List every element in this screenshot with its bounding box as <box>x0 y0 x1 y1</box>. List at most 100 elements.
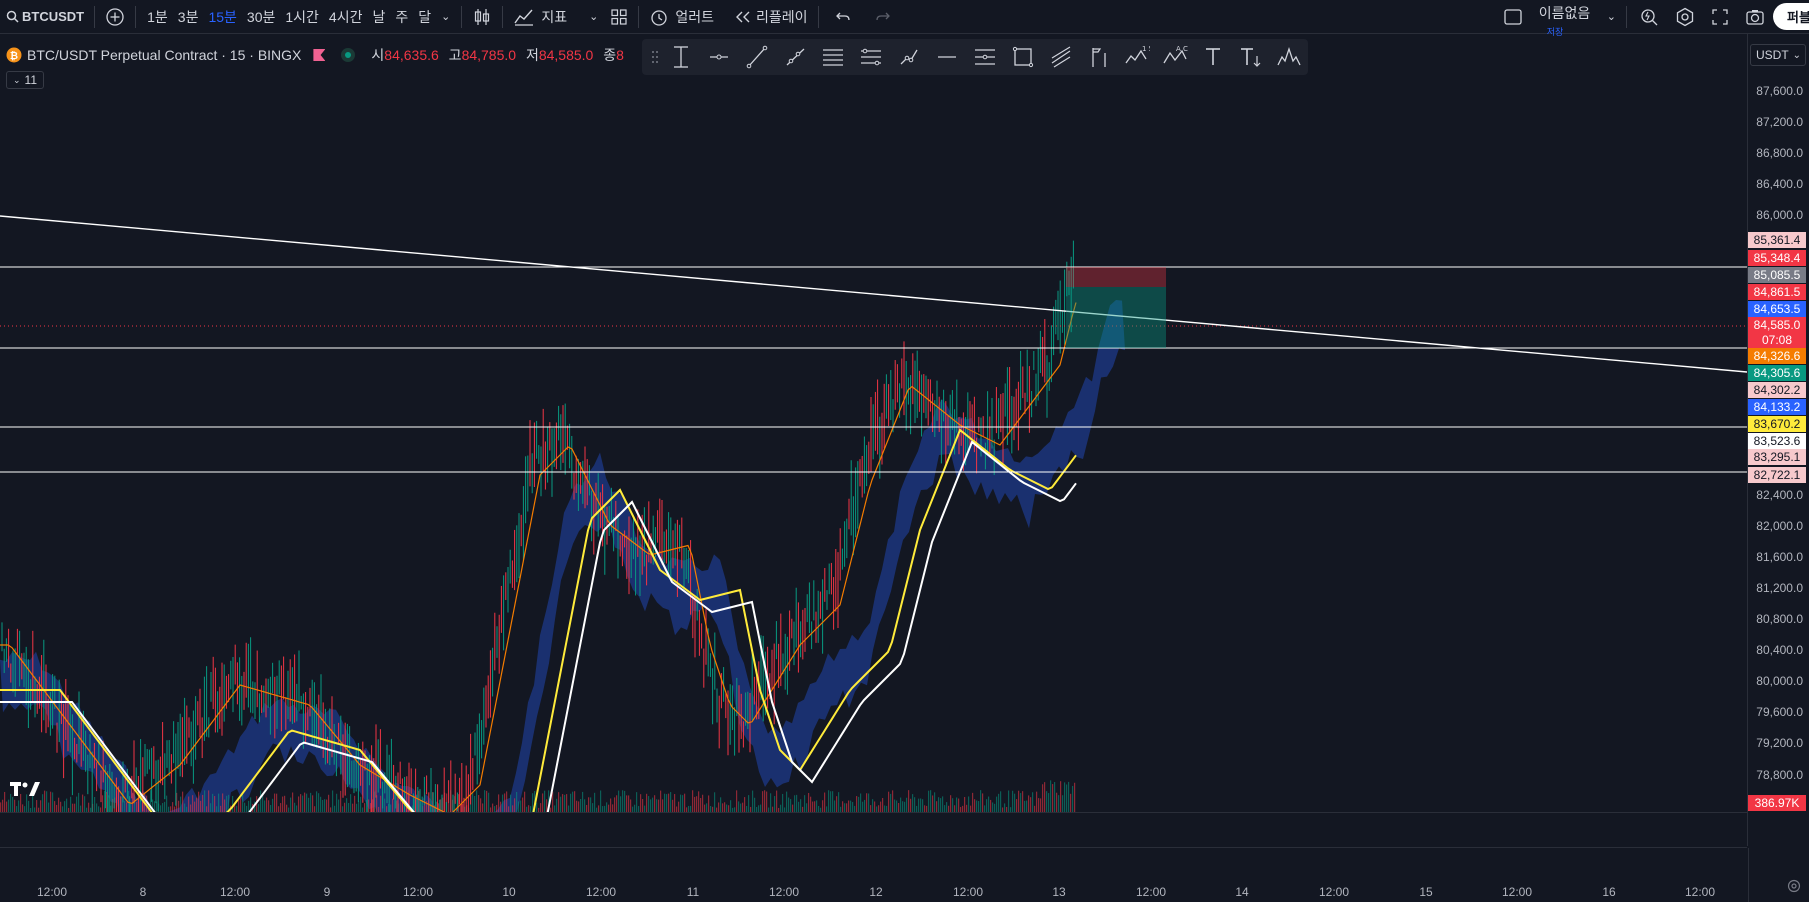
elliott-wave-tool[interactable]: 1 5 <box>1118 40 1156 74</box>
horizontal-segment-icon <box>938 56 956 58</box>
volume-bar <box>898 803 900 812</box>
brush-tool[interactable] <box>1042 40 1080 74</box>
price-label: 83,523.6 <box>1748 433 1806 449</box>
pattern-tool[interactable] <box>1270 40 1308 74</box>
volume-bar <box>982 793 984 812</box>
vertical-line-tool[interactable] <box>662 40 700 74</box>
volume-bar <box>996 796 998 812</box>
volume-bar <box>346 798 348 812</box>
volume-bar <box>1048 793 1050 812</box>
publish-button[interactable]: 퍼블 <box>1773 0 1809 34</box>
price-tick: 81,200.0 <box>1756 581 1803 595</box>
volume-bar <box>622 790 624 812</box>
volume-bar <box>274 793 276 812</box>
interval-week[interactable]: 주 <box>390 7 413 27</box>
volume-bar <box>136 801 138 812</box>
time-tick: 16 <box>1602 885 1616 899</box>
volume-bar <box>218 793 220 812</box>
path-tool[interactable] <box>890 40 928 74</box>
compare-button[interactable] <box>99 0 131 34</box>
interval-month[interactable]: 달 <box>413 7 436 27</box>
volume-bar <box>952 798 954 812</box>
text-icon <box>1206 48 1220 65</box>
interval-15m[interactable]: 15분 <box>203 7 241 27</box>
quick-search-button[interactable] <box>1631 0 1667 34</box>
volume-bar <box>872 799 874 812</box>
interval-4h[interactable]: 4시간 <box>324 7 368 27</box>
interval-3m[interactable]: 3분 <box>173 7 204 27</box>
tradingview-logo[interactable] <box>10 781 40 802</box>
chart-type-button[interactable] <box>466 0 498 34</box>
volume-bar <box>108 795 110 812</box>
time-axis[interactable]: 12:00 8 12:00 9 12:00 10 12:00 11 12:00 … <box>0 874 1747 902</box>
screenshot-button[interactable] <box>1737 0 1773 34</box>
redo-button[interactable] <box>863 0 903 34</box>
ray-tool[interactable] <box>776 40 814 74</box>
volume-bar <box>580 798 582 812</box>
drawing-toolbar: 1 5 A C <box>642 39 1308 75</box>
volume-bar <box>52 792 54 812</box>
replay-button[interactable]: 리플레이 <box>728 0 814 34</box>
volume-bar <box>972 792 974 812</box>
rectangle-tool[interactable] <box>1004 40 1042 74</box>
parallel-channel-tool[interactable] <box>814 40 852 74</box>
price-label: 84,585.0 <box>1748 317 1806 333</box>
volume-bar <box>1050 780 1052 812</box>
interval-group: 1분 3분 15분 30분 1시간 4시간 날 주 달 ⌄ <box>140 0 457 34</box>
horizontal-ray-tool[interactable] <box>700 40 738 74</box>
text-tool[interactable] <box>1194 40 1232 74</box>
separator <box>638 5 640 28</box>
chevron-down-icon[interactable]: ⌄ <box>1607 10 1616 23</box>
indicators-button[interactable]: 지표 ⌄ <box>507 0 604 34</box>
interval-1h[interactable]: 1시간 <box>280 7 324 27</box>
volume-bar <box>202 794 204 812</box>
axis-settings[interactable] <box>1748 848 1809 902</box>
interval-30m[interactable]: 30분 <box>242 7 280 27</box>
volume-bar <box>806 803 808 812</box>
indicators-toggle[interactable]: ⌄ 11 <box>6 71 45 89</box>
price-label: 82,722.1 <box>1748 467 1806 483</box>
volume-bar <box>258 804 260 812</box>
templates-button[interactable] <box>604 0 634 34</box>
volume-bar <box>944 805 946 812</box>
volume-bar <box>698 791 700 812</box>
abcd-pattern-tool[interactable]: A C <box>1156 40 1194 74</box>
position-stop-zone <box>1066 267 1166 287</box>
fib-tool[interactable] <box>852 40 890 74</box>
interval-1m[interactable]: 1분 <box>142 7 173 27</box>
volume-bar <box>810 796 812 812</box>
undo-button[interactable] <box>823 0 863 34</box>
volume-bar <box>60 801 62 812</box>
chevron-down-icon[interactable]: ⌄ <box>436 10 455 23</box>
fullscreen-button[interactable] <box>1703 0 1737 34</box>
volume-bar <box>814 801 816 812</box>
symbol-search[interactable]: BTCUSDT <box>0 0 90 34</box>
volume-bar <box>390 804 392 812</box>
chevron-down-icon[interactable]: ⌄ <box>589 10 598 23</box>
price-chart[interactable] <box>0 78 1747 813</box>
layout-name-group: 이름없음 저장 <box>1539 5 1603 37</box>
layout-button[interactable]: 이름없음 저장 ⌄ <box>1497 0 1622 37</box>
pitchfork-tool[interactable] <box>966 40 1004 74</box>
price-range-tool[interactable] <box>1080 40 1118 74</box>
alert-button[interactable]: 얼러트 <box>643 0 720 34</box>
trend-line <box>0 215 1747 373</box>
volume-bar <box>312 795 314 812</box>
drag-handle[interactable] <box>648 40 662 74</box>
text-size-tool[interactable] <box>1232 40 1270 74</box>
market-status-icon[interactable] <box>341 48 356 62</box>
interval-day[interactable]: 날 <box>367 7 390 27</box>
currency-select[interactable]: USDT ⌄ <box>1750 44 1806 66</box>
volume-bar <box>906 797 908 812</box>
flag-icon[interactable] <box>313 49 326 61</box>
trend-line-tool[interactable] <box>738 40 776 74</box>
volume-bar <box>968 796 970 812</box>
fib-retracement-icon <box>861 48 881 66</box>
volume-bar <box>1064 782 1066 812</box>
volume-bar <box>624 790 626 812</box>
settings-button[interactable] <box>1667 0 1703 34</box>
price-tick: 78,800.0 <box>1756 768 1803 782</box>
horizontal-line-tool[interactable] <box>928 40 966 74</box>
volume-bar <box>210 803 212 812</box>
open-label: 시 <box>371 47 385 63</box>
